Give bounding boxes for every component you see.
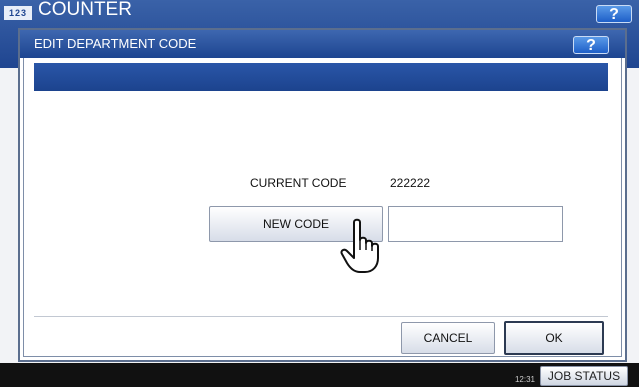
edit-department-code-dialog: EDIT DEPARTMENT CODE ? CURRENT CODE 2222…: [18, 28, 627, 362]
job-status-button[interactable]: JOB STATUS: [540, 366, 628, 386]
current-code-label: CURRENT CODE: [250, 176, 347, 190]
counter-app-icon: 123: [4, 6, 32, 20]
ok-button[interactable]: OK: [504, 321, 604, 355]
dialog-message-bar: [34, 63, 608, 91]
current-code-value: 222222: [390, 176, 431, 190]
app-title: COUNTER: [38, 0, 132, 20]
clock-time: 12:31: [514, 375, 535, 384]
dialog-title: EDIT DEPARTMENT CODE: [34, 36, 197, 51]
new-code-field[interactable]: [388, 206, 563, 242]
app-title-row: 123 COUNTER ?: [0, 0, 639, 24]
dialog-titlebar: EDIT DEPARTMENT CODE ?: [20, 30, 625, 58]
hand-pointer-icon: [340, 218, 379, 273]
app-help-button[interactable]: ?: [596, 5, 632, 23]
footer-divider: [34, 316, 608, 317]
cancel-button[interactable]: CANCEL: [401, 322, 495, 354]
dialog-help-button[interactable]: ?: [573, 36, 609, 54]
